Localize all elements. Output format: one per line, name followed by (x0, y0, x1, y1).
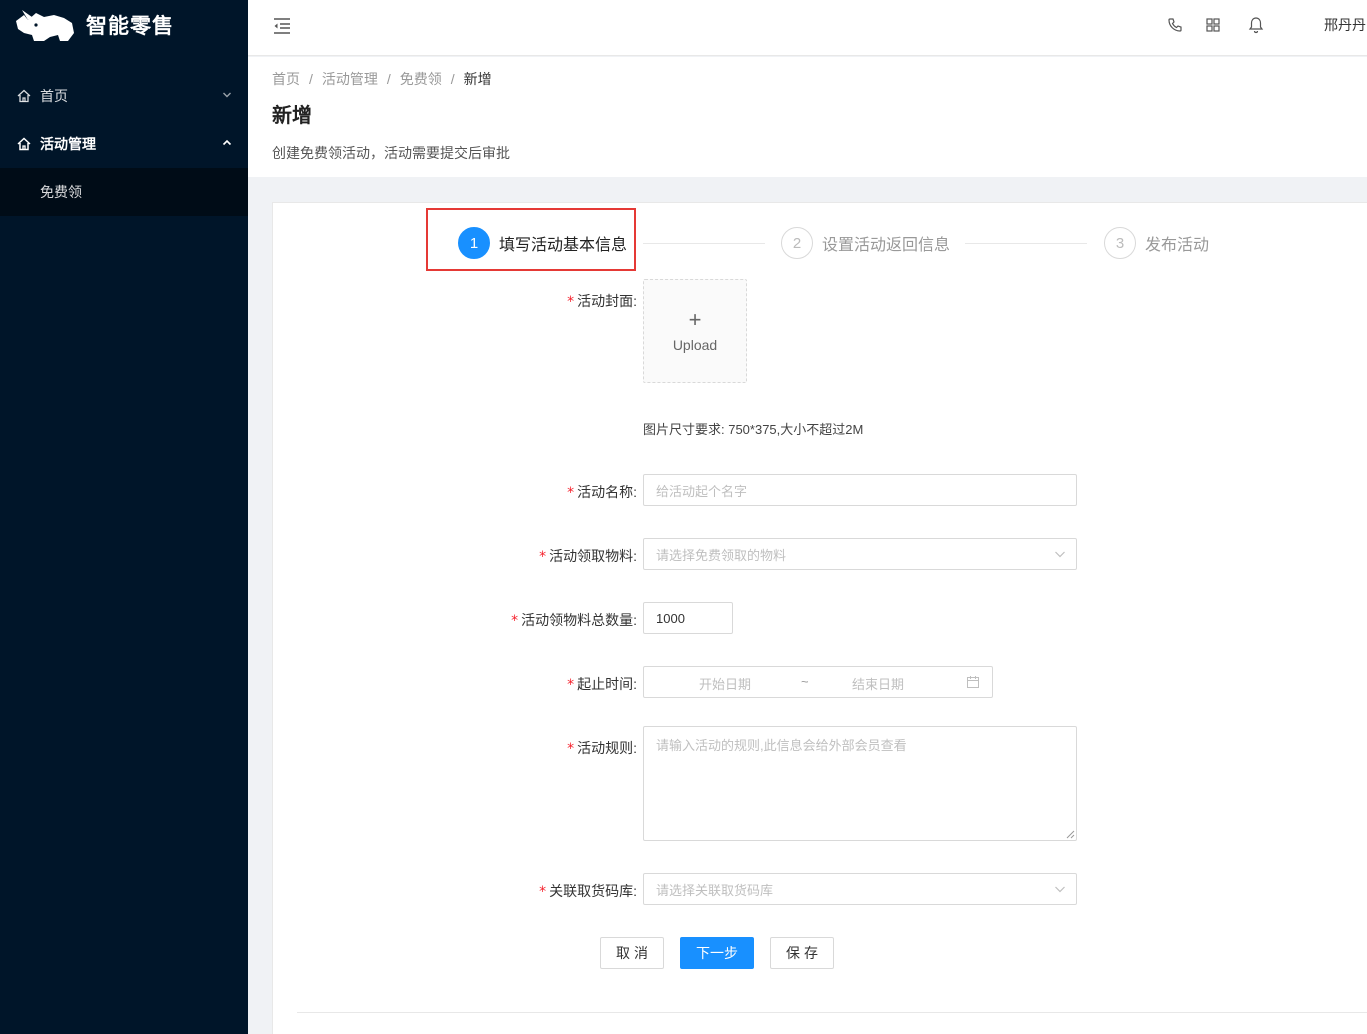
breadcrumb-separator: / (386, 71, 391, 87)
quantity-label: * 活动领物料总数量: (511, 610, 637, 630)
activity-name-input[interactable]: 给活动起个名字 (643, 474, 1077, 506)
step-2-number: 2 (781, 227, 813, 259)
required-mark: * (539, 549, 547, 565)
material-label-text: 活动领取物料: (549, 548, 637, 564)
cover-label-text: 活动封面: (577, 293, 637, 309)
sidebar: 智能零售 首页 活动管理 免费领 (0, 0, 248, 1034)
cover-upload-button[interactable]: + Upload (643, 279, 747, 383)
step-1-number: 1 (458, 227, 490, 259)
step-1-label: 填写活动基本信息 (499, 237, 628, 254)
sidebar-item-home[interactable]: 首页 (0, 72, 248, 120)
period-label: * 起止时间: (567, 674, 637, 694)
rules-label: * 活动规则: (567, 738, 637, 758)
step-3[interactable]: 3 发布活动 (1104, 227, 1209, 259)
form-card: 1 填写活动基本信息 2 设置活动返回信息 3 发布活动 * 活动封面: + Up… (272, 202, 1367, 1034)
breadcrumb-separator: / (450, 71, 455, 87)
side-menu: 首页 活动管理 免费领 (0, 72, 248, 216)
required-mark: * (567, 485, 575, 501)
name-label-text: 活动名称: (577, 484, 637, 500)
required-mark: * (567, 741, 575, 757)
warehouse-select[interactable]: 请选择关联取货码库 (643, 873, 1077, 905)
page-description: 创建免费领活动，活动需要提交后审批 (272, 145, 510, 161)
range-separator: ~ (801, 674, 809, 689)
page-header: 首页 / 活动管理 / 免费领 / 新增 新增 创建免费领活动，活动需要提交后审… (248, 57, 1367, 177)
resize-handle-icon[interactable] (1065, 829, 1075, 839)
phone-icon[interactable] (1166, 16, 1184, 34)
home-icon (16, 88, 32, 104)
breadcrumb-item-free-claim[interactable]: 免费领 (400, 69, 442, 89)
save-button[interactable]: 保存 (770, 937, 834, 969)
appstore-icon[interactable] (1204, 16, 1222, 34)
quantity-label-text: 活动领物料总数量: (521, 612, 637, 628)
home-icon (16, 136, 32, 152)
required-mark: * (511, 613, 519, 629)
start-date-input[interactable]: 开始日期 (699, 674, 751, 693)
breadcrumb: 首页 / 活动管理 / 免费领 / 新增 (272, 71, 1343, 87)
required-mark: * (567, 294, 575, 310)
bell-icon[interactable] (1247, 16, 1265, 34)
chevron-down-icon (223, 92, 231, 98)
plus-icon: + (688, 307, 702, 332)
rules-textarea[interactable]: 请输入活动的规则,此信息会给外部会员查看 (643, 726, 1077, 841)
quantity-input[interactable]: 1000 (643, 602, 733, 634)
step-connector (965, 243, 1087, 244)
cover-label: * 活动封面: (567, 291, 637, 311)
sidebar-item-free-claim[interactable]: 免费领 (0, 168, 248, 216)
logo[interactable]: 智能零售 (0, 0, 248, 50)
warehouse-label-text: 关联取货码库: (549, 883, 637, 899)
chevron-down-icon (1055, 551, 1065, 558)
warehouse-select-placeholder: 请选择关联取货码库 (656, 882, 774, 898)
menu-fold-icon[interactable] (272, 16, 292, 36)
breadcrumb-item-current: 新增 (463, 71, 492, 87)
rules-label-text: 活动规则: (577, 740, 637, 756)
name-label: * 活动名称: (567, 482, 637, 502)
submenu-activity-management: 免费领 (0, 168, 248, 216)
step-2[interactable]: 2 设置活动返回信息 (781, 227, 950, 259)
period-label-text: 起止时间: (577, 676, 637, 692)
step-1[interactable]: 1 填写活动基本信息 (458, 227, 627, 259)
date-range-picker[interactable]: 开始日期 ~ 结束日期 (643, 666, 993, 698)
chevron-up-icon (222, 139, 232, 146)
end-date-input[interactable]: 结束日期 (852, 674, 904, 693)
warehouse-label: * 关联取货码库: (539, 881, 637, 901)
page-title: 新增 (272, 105, 312, 127)
cancel-button[interactable]: 取消 (600, 937, 664, 969)
breadcrumb-separator: / (309, 71, 313, 87)
user-name[interactable]: 邢丹丹 (1324, 15, 1366, 35)
step-3-label: 发布活动 (1145, 237, 1210, 254)
material-label: * 活动领取物料: (539, 546, 637, 566)
step-connector (643, 243, 765, 244)
next-step-button[interactable]: 下一步 (680, 937, 754, 969)
sidebar-item-label: 活动管理 (40, 136, 96, 152)
step-2-label: 设置活动返回信息 (822, 237, 951, 254)
sidebar-item-label: 首页 (40, 88, 68, 104)
app-title: 智能零售 (86, 15, 174, 38)
step-3-number: 3 (1104, 227, 1136, 259)
top-header: 邢丹丹 (248, 0, 1367, 56)
material-select-placeholder: 请选择免费领取的物料 (656, 547, 787, 563)
breadcrumb-item-activity-management[interactable]: 活动管理 (322, 69, 378, 89)
required-mark: * (539, 884, 547, 900)
upload-text: Upload (672, 337, 718, 353)
material-select[interactable]: 请选择免费领取的物料 (643, 538, 1077, 570)
chevron-down-icon (1055, 886, 1065, 893)
required-mark: * (567, 677, 575, 693)
rules-textarea-placeholder: 请输入活动的规则,此信息会给外部会员查看 (656, 738, 907, 753)
breadcrumb-item-home[interactable]: 首页 (272, 69, 300, 89)
sidebar-item-activity-management[interactable]: 活动管理 (0, 120, 248, 168)
divider (297, 1012, 1367, 1013)
rhino-logo-icon (16, 10, 74, 41)
upload-hint: 图片尺寸要求: 750*375,大小不超过2M (643, 422, 864, 437)
calendar-icon (967, 676, 979, 688)
